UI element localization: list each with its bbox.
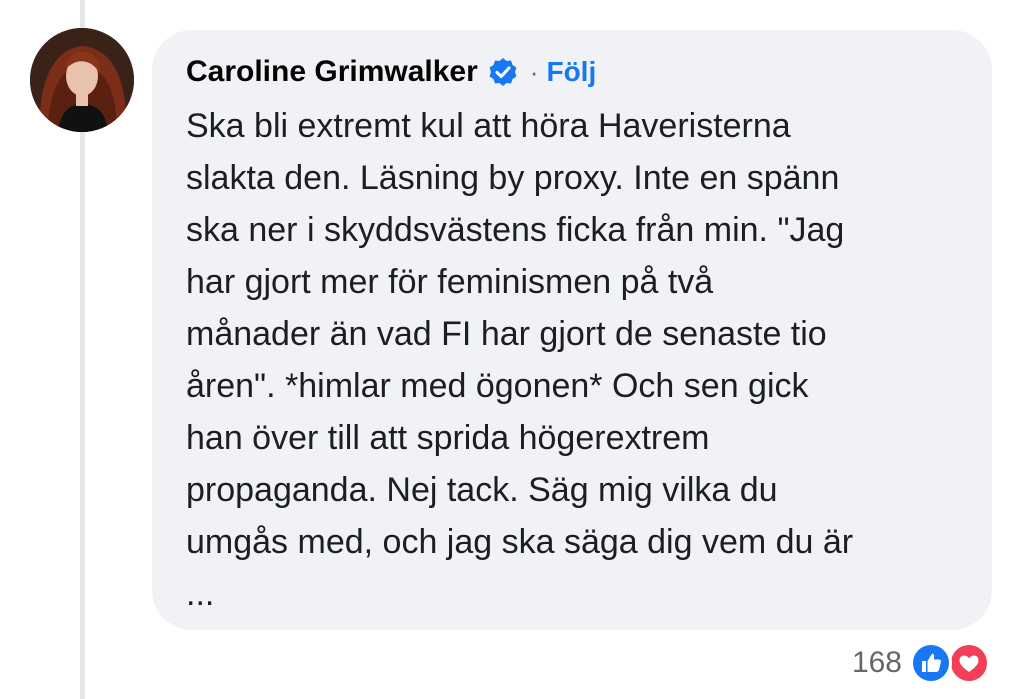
reactions-summary[interactable]: 168 [852, 640, 994, 686]
comment-line: åren". *himlar med ögonen* Och sen gick [186, 367, 809, 405]
separator-dot: · [529, 56, 539, 87]
comment-line: han över till att sprida högerextrem [186, 419, 710, 457]
comment-line: umgås med, och jag ska säga dig vem du ä… [186, 523, 854, 561]
author-name[interactable]: Caroline Grimwalker [186, 55, 478, 89]
love-icon [948, 642, 990, 684]
comment-line: har gjort mer för feminismen på två [186, 263, 714, 301]
comment-line: Ska bli extremt kul att höra Haveristern… [186, 107, 791, 145]
comment-line: ska ner i skyddsvästens ficka från min. … [186, 211, 845, 249]
verified-badge-icon [488, 57, 518, 87]
like-icon [910, 642, 952, 684]
comment-line: slakta den. Läsning by proxy. Inte en sp… [186, 159, 840, 197]
comment-thread: Caroline Grimwalker · Följ Ska bli extre… [0, 0, 1024, 699]
follow-button[interactable]: Följ [546, 56, 596, 88]
comment-text: Ska bli extremt kul att höra Haveristern… [186, 100, 976, 620]
comment-line: månader än vad FI har gjort de senaste t… [186, 315, 827, 353]
reaction-count[interactable]: 168 [852, 646, 902, 680]
comment-line: propaganda. Nej tack. Säg mig vilka du [186, 471, 778, 509]
see-more-ellipsis[interactable]: ... [186, 568, 976, 620]
avatar-image [30, 28, 134, 132]
comment-bubble: Caroline Grimwalker · Följ Ska bli extre… [152, 30, 992, 630]
reaction-icons[interactable] [910, 640, 994, 686]
comment-header: Caroline Grimwalker · Följ [186, 52, 596, 92]
avatar[interactable] [30, 28, 134, 132]
